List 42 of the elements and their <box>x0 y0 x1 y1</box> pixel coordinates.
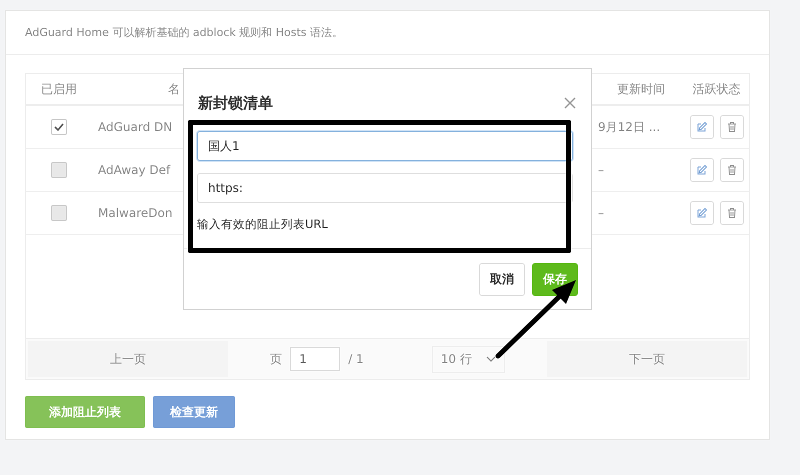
edit-button[interactable] <box>690 158 714 182</box>
close-icon[interactable] <box>563 96 577 110</box>
column-header: 名 <box>167 80 180 98</box>
enabled-checkbox[interactable] <box>51 162 67 178</box>
dialog-title: 新封锁清单 <box>198 94 273 112</box>
trash-icon <box>726 164 738 176</box>
page-total: / 1 <box>348 352 364 366</box>
name-input[interactable]: 国人1 <box>197 131 573 161</box>
list-name: AdGuard DN <box>98 120 172 134</box>
caret-icon <box>486 356 496 362</box>
previous-page-button[interactable]: 上一页 <box>28 341 228 377</box>
delete-button[interactable] <box>720 201 744 225</box>
delete-button[interactable] <box>720 158 744 182</box>
list-name: MalwareDon <box>98 206 172 220</box>
update-time: 9月12日 ... <box>598 118 660 136</box>
edit-icon <box>696 207 708 219</box>
next-page-button[interactable]: 下一页 <box>547 341 747 377</box>
list-name: AdAway Def <box>98 163 170 177</box>
delete-button[interactable] <box>720 115 744 139</box>
rows-per-page-select[interactable]: 10 行 <box>432 346 505 372</box>
column-header: 活跃状态 <box>692 80 742 98</box>
trash-icon <box>726 207 738 219</box>
column-header: 已启用 <box>40 80 78 98</box>
update-time: – <box>598 163 604 177</box>
add-blocklist-button[interactable]: 添加阻止列表 <box>25 396 145 428</box>
hint-text: 输入有效的阻止列表URL <box>197 217 329 232</box>
column-header: 更新时间 <box>616 80 666 98</box>
check-updates-button[interactable]: 检查更新 <box>153 396 235 428</box>
edit-icon <box>696 121 708 133</box>
page-label: 页 <box>270 350 282 368</box>
url-input[interactable]: https: <box>197 173 573 203</box>
description-text: AdGuard Home 可以解析基础的 adblock 规则和 Hosts 语法。 <box>6 11 769 55</box>
enabled-checkbox[interactable] <box>51 119 67 135</box>
trash-icon <box>726 121 738 133</box>
cancel-button[interactable]: 取消 <box>479 262 525 296</box>
page-input[interactable]: 1 <box>290 347 340 371</box>
edit-button[interactable] <box>690 201 714 225</box>
checkmark-icon <box>53 121 65 133</box>
edit-button[interactable] <box>690 115 714 139</box>
update-time: – <box>598 206 604 220</box>
edit-icon <box>696 164 708 176</box>
enabled-checkbox[interactable] <box>51 205 67 221</box>
